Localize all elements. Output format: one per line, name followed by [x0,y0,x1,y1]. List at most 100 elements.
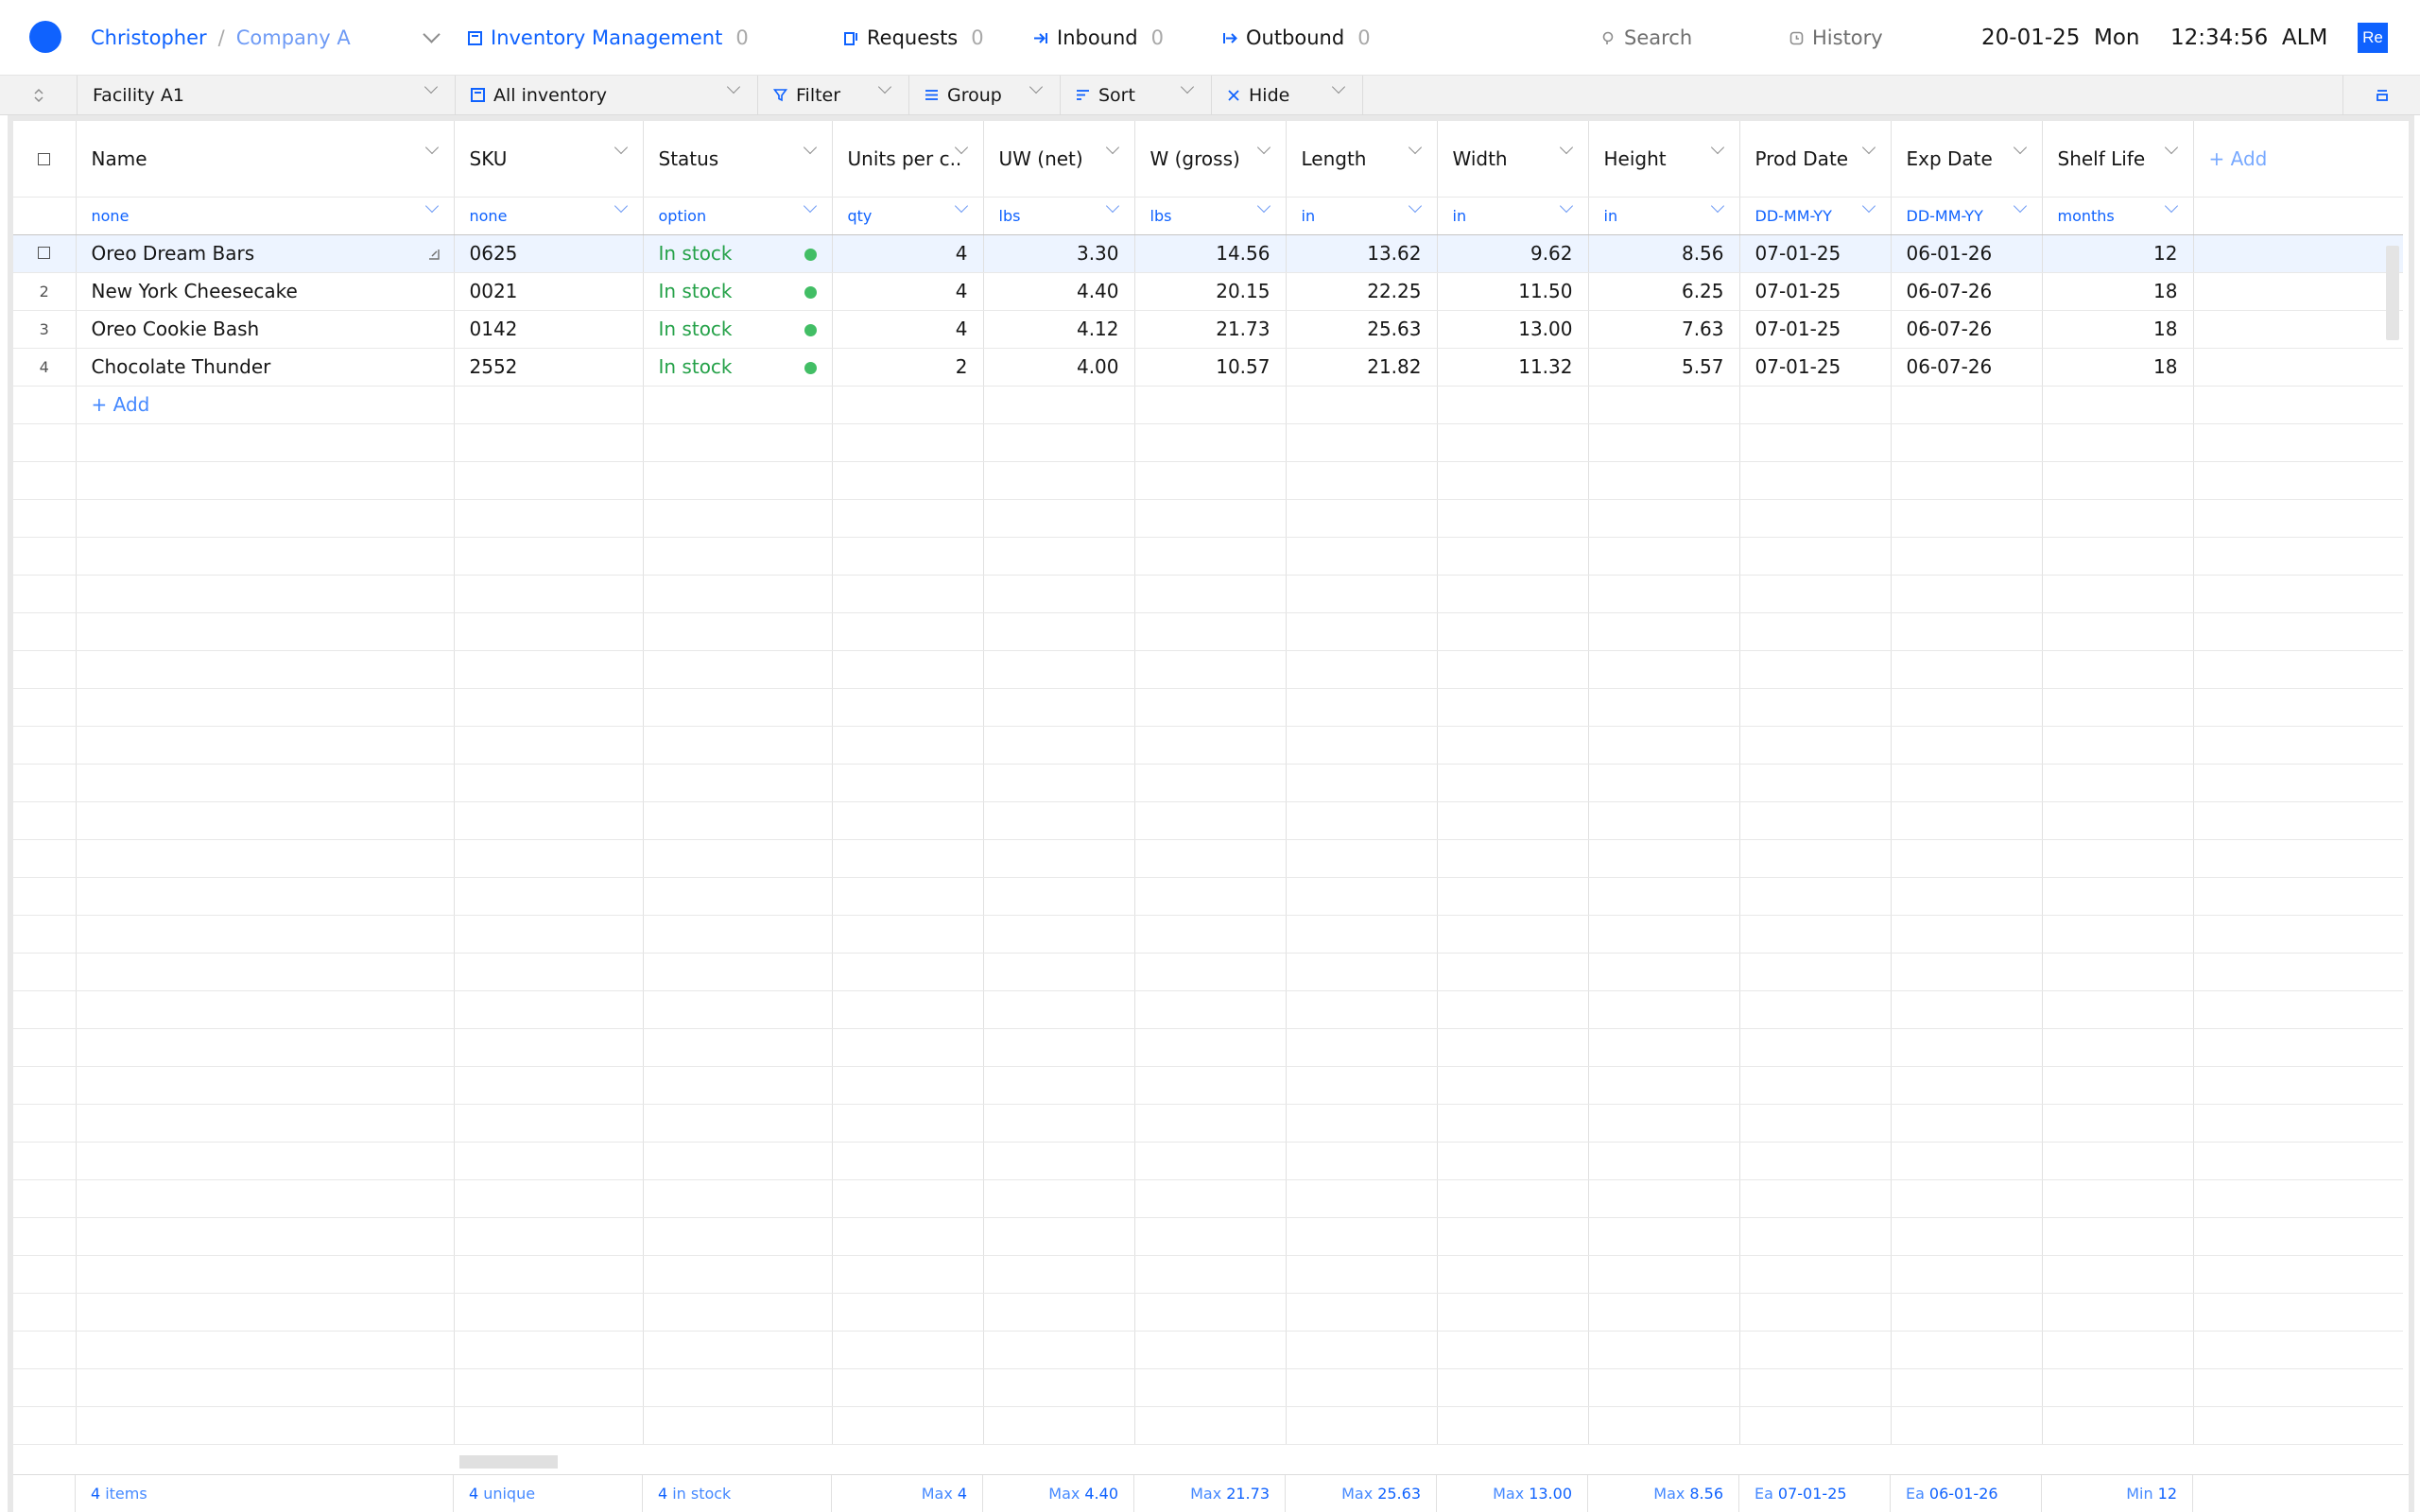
cell-exp-date[interactable]: 06-01-26 [1891,234,2043,273]
expand-row-icon[interactable] [427,247,441,265]
chevron-down-icon[interactable] [614,140,628,155]
chevron-down-icon[interactable] [2164,140,2178,155]
chevron-down-icon[interactable] [1105,198,1119,213]
collapse-panel-button[interactable] [2342,76,2420,114]
search-button[interactable]: Search [1601,0,1692,76]
cell-status[interactable]: In stock [643,272,833,311]
chevron-down-icon[interactable] [2013,198,2027,213]
unit-select[interactable]: option [643,197,833,235]
cell-name[interactable]: Chocolate Thunder [76,348,455,387]
chevron-down-icon[interactable] [1861,198,1876,213]
cell-w-gross[interactable]: 21.73 [1134,310,1287,349]
cell-status[interactable]: In stock [643,348,833,387]
cell-height[interactable]: 8.56 [1588,234,1740,273]
nav-requests[interactable]: Requests 0 [844,0,984,76]
column-header-shelf-life[interactable]: Shelf Life [2042,121,2194,198]
cell-exp-date[interactable]: 06-07-26 [1891,348,2043,387]
cell-prod-date[interactable]: 07-01-25 [1739,272,1892,311]
cell-name[interactable]: New York Cheesecake [76,272,455,311]
column-header-units[interactable]: Units per c.. [832,121,984,198]
chevron-down-icon[interactable] [1408,140,1422,155]
cell-prod-date[interactable]: 07-01-25 [1739,348,1892,387]
chevron-down-icon[interactable] [803,198,817,213]
cell-status[interactable]: In stock [643,234,833,273]
column-header-width[interactable]: Width [1437,121,1589,198]
unit-select[interactable]: in [1437,197,1589,235]
table-row[interactable]: 3 Oreo Cookie Bash 0142 In stock 4 4.12 … [13,310,2403,349]
row-index[interactable]: 4 [13,348,77,387]
footer-instock-count[interactable]: 4 in stock [643,1475,832,1512]
sort-button[interactable]: Sort [1061,76,1212,114]
cell-status[interactable]: In stock [643,310,833,349]
unit-select[interactable]: in [1588,197,1740,235]
footer-prod-earliest[interactable]: Ea 07-01-25 [1739,1475,1891,1512]
unit-select[interactable]: none [454,197,644,235]
chevron-down-icon[interactable] [954,198,968,213]
footer-height-max[interactable]: Max 8.56 [1588,1475,1739,1512]
cell-units[interactable]: 4 [832,272,984,311]
table-row[interactable]: Oreo Dream Bars 0625 In stock 4 3.30 14.… [13,234,2403,273]
chevron-down-icon[interactable] [1408,198,1422,213]
add-column-button[interactable]: + Add [2193,121,2403,198]
cell-units[interactable]: 4 [832,234,984,273]
cell-w-gross[interactable]: 14.56 [1134,234,1287,273]
cell-shelf-life[interactable]: 18 [2042,310,2194,349]
footer-width-max[interactable]: Max 13.00 [1437,1475,1588,1512]
cell-name[interactable]: Oreo Cookie Bash [76,310,455,349]
footer-wg-max[interactable]: Max 21.73 [1134,1475,1286,1512]
row-index[interactable]: 3 [13,310,77,349]
footer-units-max[interactable]: Max 4 [832,1475,983,1512]
cell-width[interactable]: 11.50 [1437,272,1589,311]
cell-height[interactable]: 6.25 [1588,272,1740,311]
view-select[interactable]: All inventory [456,76,758,114]
footer-uw-max[interactable]: Max 4.40 [983,1475,1134,1512]
filter-button[interactable]: Filter [758,76,909,114]
facility-select[interactable]: Facility A1 [78,76,456,114]
column-header-status[interactable]: Status [643,121,833,198]
unit-select[interactable]: lbs [1134,197,1287,235]
cell-height[interactable]: 5.57 [1588,348,1740,387]
workspace-dropdown[interactable] [423,0,441,76]
column-header-length[interactable]: Length [1286,121,1438,198]
add-row-button[interactable]: + Add [76,386,455,424]
unit-select[interactable]: DD-MM-YY [1739,197,1892,235]
chevron-down-icon[interactable] [1559,140,1573,155]
cell-w-gross[interactable]: 20.15 [1134,272,1287,311]
unit-select[interactable]: lbs [983,197,1135,235]
chevron-down-icon[interactable] [1861,140,1876,155]
unit-select[interactable]: qty [832,197,984,235]
cell-shelf-life[interactable]: 18 [2042,348,2194,387]
table-row[interactable]: 2 New York Cheesecake 0021 In stock 4 4.… [13,272,2403,311]
cell-shelf-life[interactable]: 12 [2042,234,2194,273]
table-row[interactable]: 4 Chocolate Thunder 2552 In stock 2 4.00… [13,348,2403,387]
cell-sku[interactable]: 0625 [454,234,644,273]
chevron-down-icon[interactable] [2013,140,2027,155]
app-logo[interactable] [29,21,61,53]
history-button[interactable]: History [1789,0,1883,76]
column-header-uw-net[interactable]: UW (net) [983,121,1135,198]
expand-collapse-toggle[interactable] [0,76,78,114]
chevron-down-icon[interactable] [614,198,628,213]
cell-units[interactable]: 2 [832,348,984,387]
cell-width[interactable]: 9.62 [1437,234,1589,273]
horizontal-scrollbar[interactable] [459,1455,558,1469]
footer-exp-earliest[interactable]: Ea 06-01-26 [1891,1475,2042,1512]
cell-uw-net[interactable]: 4.40 [983,272,1135,311]
checkbox[interactable] [38,246,51,259]
chevron-down-icon[interactable] [1710,140,1724,155]
cell-length[interactable]: 22.25 [1286,272,1438,311]
nav-inventory[interactable]: Inventory Management 0 [468,0,749,76]
cell-units[interactable]: 4 [832,310,984,349]
company-name[interactable]: Company A [236,26,351,49]
chevron-down-icon[interactable] [423,26,441,43]
column-header-sku[interactable]: SKU [454,121,644,198]
nav-inbound[interactable]: Inbound 0 [1033,0,1164,76]
cell-length[interactable]: 21.82 [1286,348,1438,387]
chevron-down-icon[interactable] [1256,140,1270,155]
footer-unique-count[interactable]: 4 unique [454,1475,643,1512]
user-avatar[interactable]: Re [2358,23,2388,53]
cell-sku[interactable]: 0142 [454,310,644,349]
cell-exp-date[interactable]: 06-07-26 [1891,272,2043,311]
chevron-down-icon[interactable] [1105,140,1119,155]
unit-select[interactable]: none [76,197,455,235]
